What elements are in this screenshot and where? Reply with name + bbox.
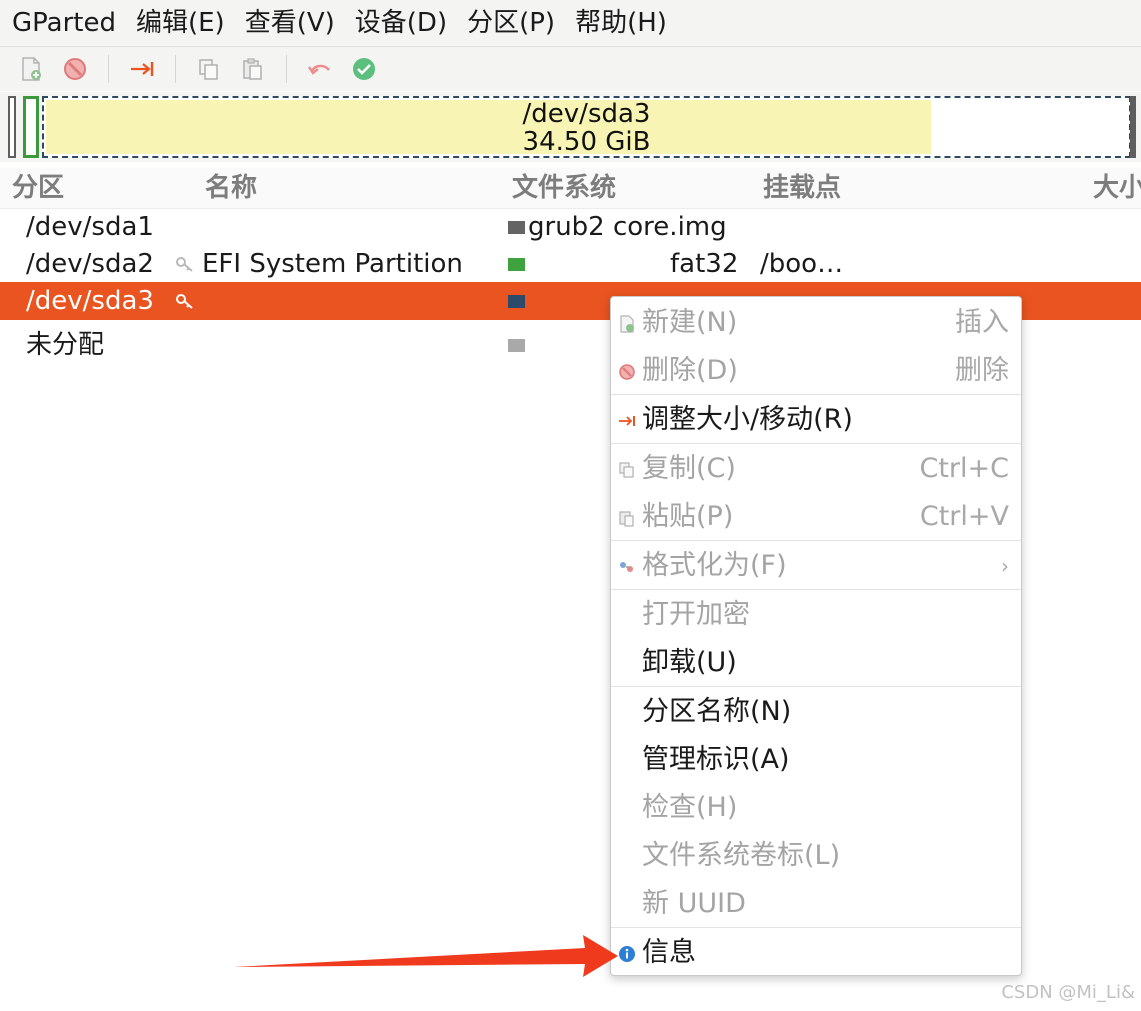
watermark: CSDN @Mi_Li& (1001, 982, 1135, 1003)
annotation-arrow (233, 935, 618, 977)
gparted-window: GParted 编辑(E) 查看(V) 设备(D) 分区(P) 帮助(H) /d… (0, 0, 1141, 1011)
